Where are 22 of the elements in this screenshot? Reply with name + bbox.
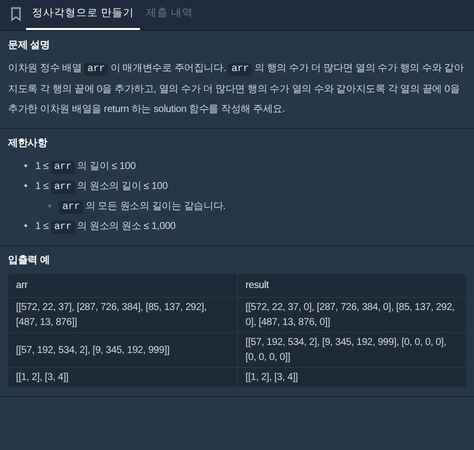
column-header: result	[237, 274, 466, 298]
section-title: 문제 설명	[8, 39, 51, 53]
tab[interactable]: 정사각형으로 만들기	[26, 0, 140, 30]
bookmark-icon	[10, 7, 22, 21]
constraint-item: 1 ≤ arr 의 길이 ≤ 100	[35, 160, 136, 176]
description-text: 이차원 정수 배열 arr 이 매개변수로 주어집니다. arr 의 행의 수가 더 많다면 열의 수가 행의 수와 같아지도록 각 행의 끝에 0을 추가하고, 열의 수가 더 많다면 행의 수가 열의 수와 같아지도록 각 열의 끝에 0을 추가한 이차원 배열을 return 하는 solution 함수를 작성해 주세요.	[8, 62, 465, 117]
list-bullet: •	[24, 180, 28, 194]
column-header: arr	[8, 274, 237, 298]
list-bullet: ◦	[48, 200, 52, 214]
table-cell: [[57, 192, 534, 2], [9, 345, 192, 999], [0, 0, 0, 0], [0, 0, 0, 0]]	[237, 332, 466, 368]
constraint-item: arr 의 모든 원소의 길이는 같습니다.	[59, 197, 226, 217]
constraint-item: 1 ≤ arr 의 원소의 원소 ≤ 1,000	[35, 220, 176, 236]
list-bullet: •	[24, 220, 28, 234]
section-title: 제한사항	[8, 137, 48, 151]
section-title: 입출력 예	[8, 254, 51, 268]
table-cell: [[572, 22, 37], [287, 726, 384], [85, 137, 292], [487, 13, 876]]	[8, 298, 237, 332]
table-cell: [[1, 2], [3, 4]]	[8, 368, 237, 388]
list-bullet: •	[24, 160, 28, 174]
table-cell: [[57, 192, 534, 2], [9, 345, 192, 999]]	[8, 332, 237, 368]
table-cell: [[572, 22, 37, 0], [287, 726, 384, 0], [85, 137, 292, 0], [487, 13, 876, 0]]	[237, 298, 466, 332]
table-cell: [[1, 2], [3, 4]]	[237, 368, 466, 388]
constraint-item: 1 ≤ arr 의 원소의 길이 ≤ 100	[35, 180, 168, 196]
